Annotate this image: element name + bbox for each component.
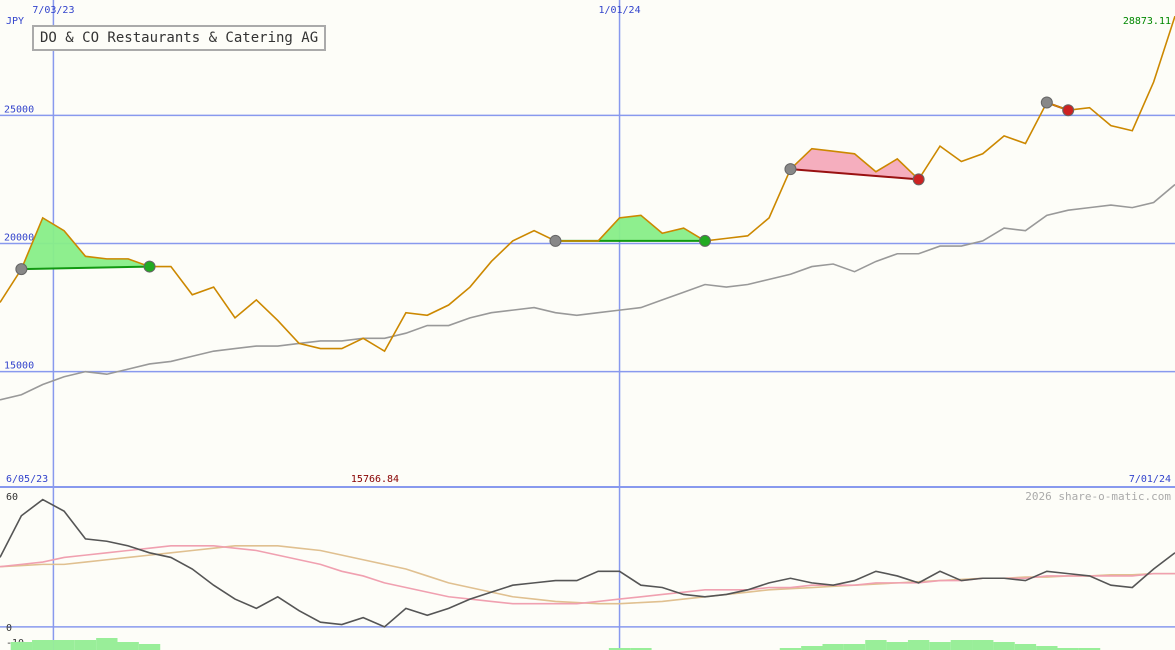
chart-canvas: 1500020000250007/03/231/01/24600-10JPY6/… [0,0,1175,650]
osc-series-slow-line [0,545,1175,605]
x-tick-label: 7/03/23 [32,5,74,16]
trade-entry-marker [1040,96,1053,109]
trade-exit-marker [143,260,156,273]
histogram-bar [96,638,118,650]
histogram-bar [1036,646,1058,650]
histogram-bar [822,644,844,650]
histogram-bar [117,642,139,650]
y-tick-label: 20000 [4,233,34,244]
osc-series-signal-line [0,545,1175,605]
histogram-bar [865,640,887,650]
series-price [0,15,1175,353]
histogram-bar [138,644,161,650]
histogram-bar [32,640,54,650]
histogram-bar [950,640,973,650]
y-tick-label: 25000 [4,104,34,115]
histogram-bar [993,642,1015,650]
histogram-bar [886,642,908,650]
histogram-bar [10,642,33,650]
trade-exit-marker [699,234,711,247]
chart-title: DO & CO Restaurants & Catering AG [32,25,327,51]
histogram-bar [53,640,75,650]
trade-exit-marker [1062,104,1075,117]
histogram-bar [929,642,951,650]
currency-label: JPY [6,16,24,27]
trade-exit-marker [912,173,925,186]
y-tick-label: 15000 [4,361,34,372]
watermark: 2026 share-o-matic.com [1025,490,1171,503]
x-tick-label: 1/01/24 [598,5,640,16]
histogram-bar [907,640,930,650]
last-value-label: 28873.11 [1123,16,1171,27]
histogram-bar [801,646,823,650]
osc-series-oscillator [0,498,1175,628]
series-moving-average [0,183,1175,401]
start-date-label: 6/05/23 [6,474,48,485]
histogram-bar [1014,644,1037,650]
histogram-bar [972,640,994,650]
trade-entry-marker [549,234,562,247]
low-value-label: 15766.84 [351,474,399,485]
stock-chart: 1500020000250007/03/231/01/24600-10JPY6/… [0,0,1175,650]
histogram-bar [74,640,97,650]
histogram-bar [843,644,866,650]
trade-entry-marker [15,263,28,276]
trade-entry-marker [784,163,797,176]
osc-y-tick-label: 0 [6,623,12,634]
osc-y-tick-label: 60 [6,492,18,503]
end-date-label: 7/01/24 [1129,474,1171,485]
